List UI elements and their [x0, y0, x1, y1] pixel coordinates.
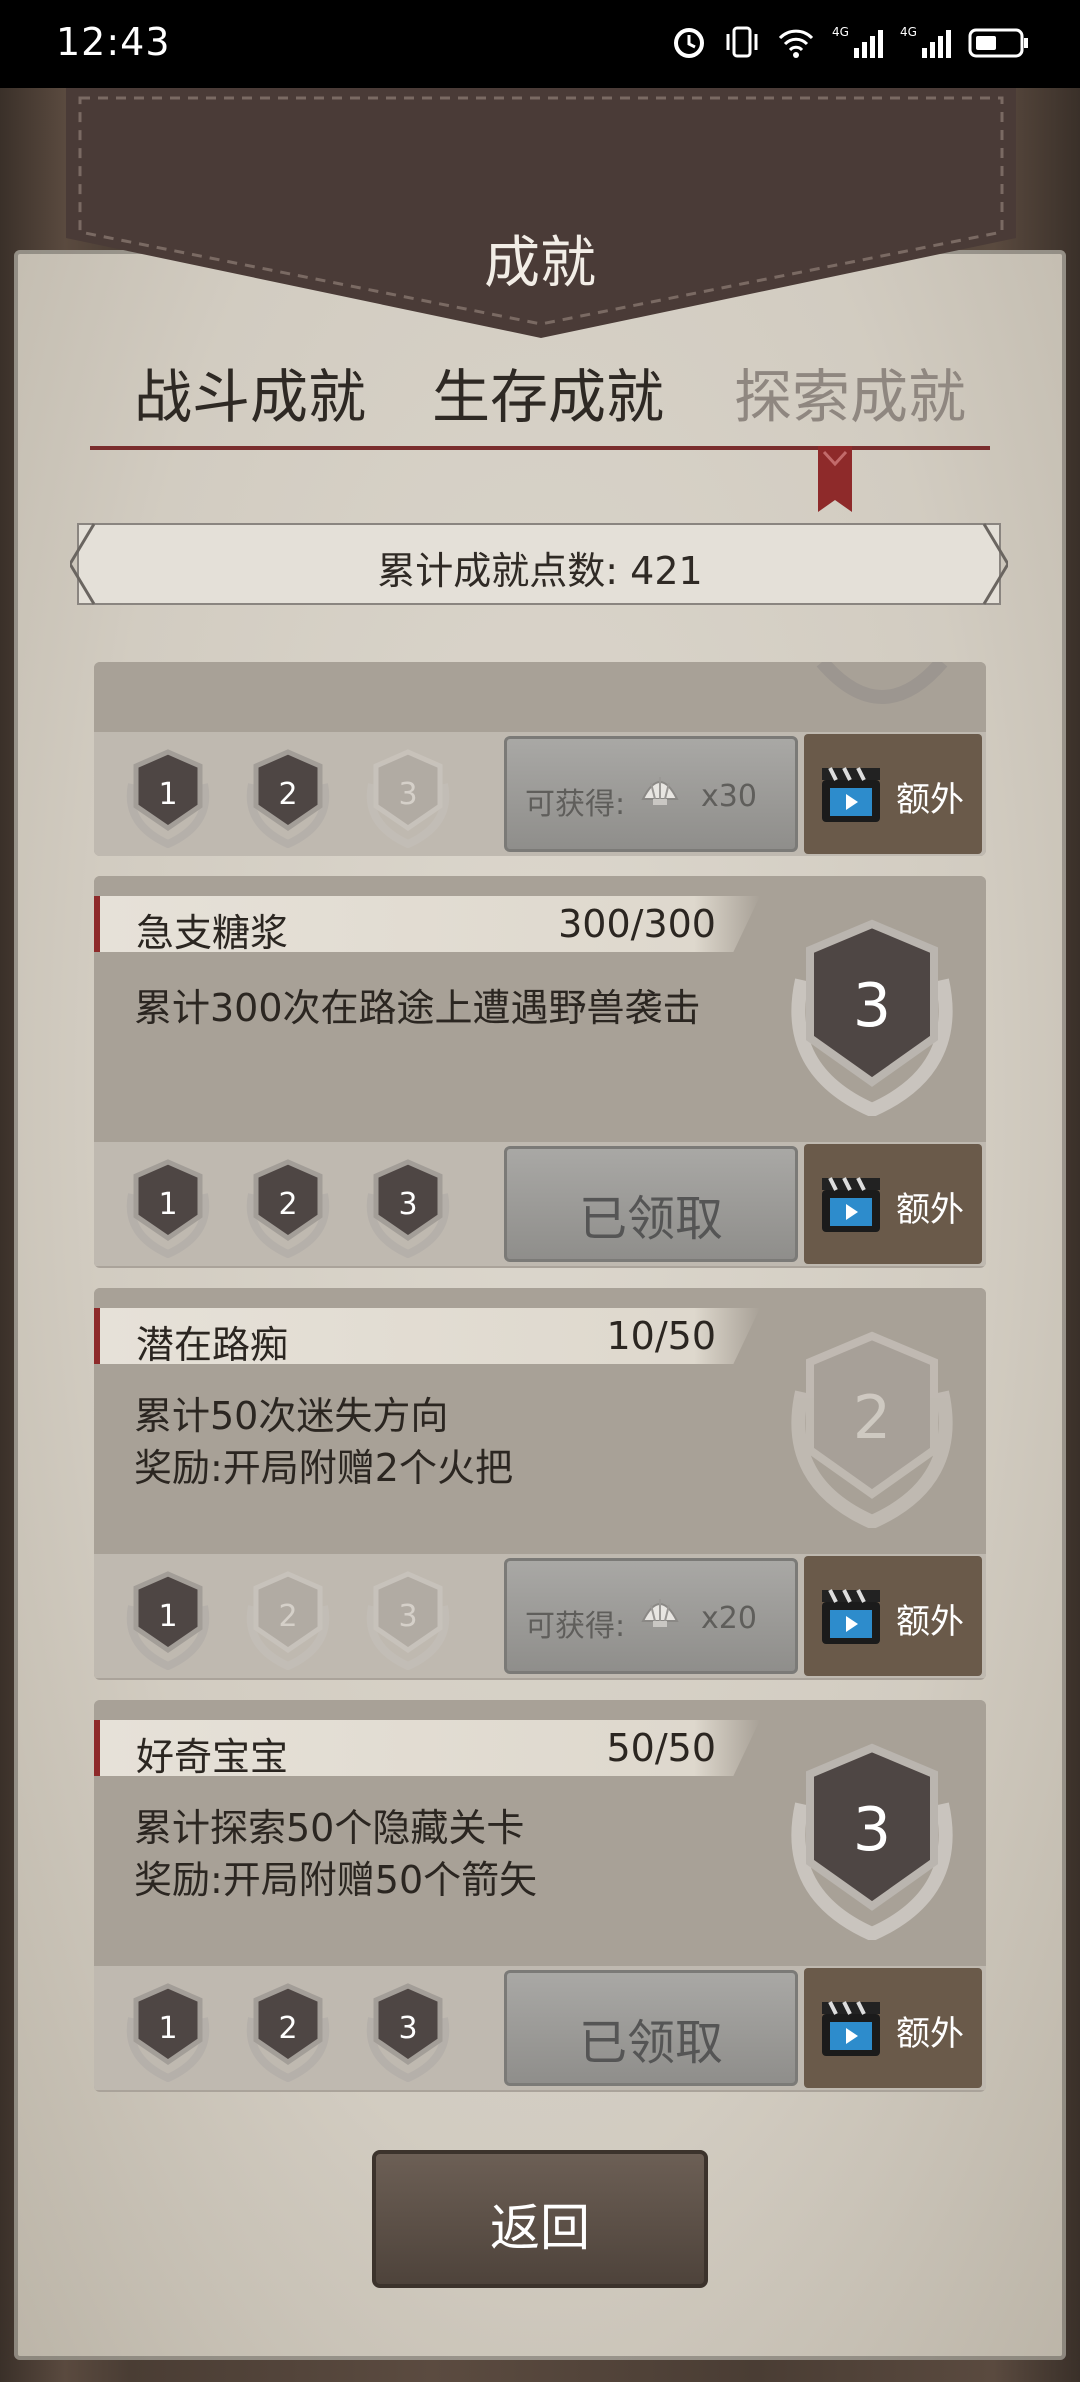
svg-text:2: 2 [278, 1599, 297, 1634]
svg-text:2: 2 [278, 1187, 297, 1222]
svg-text:1: 1 [158, 2011, 177, 2046]
status-time: 12:43 [56, 20, 171, 64]
medal-2-icon: 2 [246, 1983, 330, 2082]
active-tab-ribbon [818, 446, 852, 512]
claim-quantity: x30 [701, 779, 757, 814]
page-title: 成就 [484, 231, 596, 296]
claimed-button[interactable]: 已领取 [504, 1970, 798, 2086]
extra-label: 额外 [896, 780, 964, 820]
big-medal-icon: 3 [791, 919, 953, 1116]
medal-3-icon: 3 [366, 1159, 450, 1258]
svg-text:4G: 4G [832, 25, 849, 39]
achievement-name: 好奇宝宝 [136, 1735, 289, 1779]
signal-icon-1: 4G [832, 25, 883, 58]
svg-text:1: 1 [158, 1599, 177, 1634]
shell-icon [641, 1599, 679, 1627]
wifi-icon [778, 29, 814, 58]
claim-button[interactable]: 可获得: x20 [504, 1558, 798, 1674]
medal-3-icon: 3 [366, 1571, 450, 1670]
claimed-label: 已领取 [578, 2015, 723, 2071]
svg-text:1: 1 [158, 777, 177, 812]
achievement-progress: 10/50 [606, 1314, 716, 1358]
card-title-bar: 好奇宝宝 50/50 [94, 1720, 760, 1776]
claim-available-label: 可获得: [525, 787, 626, 822]
claimed-label: 已领取 [578, 1191, 723, 1247]
achievement-name: 急支糖浆 [136, 911, 289, 955]
shell-icon [641, 777, 679, 805]
video-clapper-icon [822, 767, 880, 822]
status-bar: 12:43 4G 4G [0, 0, 1080, 88]
achievement-desc: 累计探索50个隐藏关卡 奖励:开局附赠50个箭矢 [134, 1806, 538, 1902]
big-medal-icon: 3 [791, 1743, 953, 1940]
svg-text:3: 3 [398, 1187, 417, 1222]
svg-text:4G: 4G [900, 25, 917, 39]
medal-3-icon: 3 [366, 1983, 450, 2082]
big-medal-icon [816, 662, 948, 704]
video-clapper-icon [822, 1589, 880, 1644]
medal-1-icon: 1 [126, 1159, 210, 1258]
achievement-desc: 累计50次迷失方向 奖励:开局附赠2个火把 [134, 1394, 513, 1490]
total-points: 累计成就点数: 421 [377, 549, 703, 593]
claim-available-label: 可获得: [525, 1609, 626, 1644]
achievement-name: 潜在路痴 [136, 1323, 289, 1367]
medal-1-icon: 1 [126, 1571, 210, 1670]
extra-label: 额外 [896, 1602, 964, 1642]
extra-label: 额外 [896, 2014, 964, 2054]
battery-icon [968, 28, 1028, 58]
tab-combat[interactable]: 战斗成就 [134, 350, 366, 434]
achievement-card: 潜在路痴 10/50 累计50次迷失方向 奖励:开局附赠2个火把 2 1 2 3… [94, 1288, 986, 1680]
back-button-label: 返回 [490, 2199, 590, 2257]
extra-button[interactable]: 额外 [804, 1144, 982, 1264]
svg-text:2: 2 [278, 2011, 297, 2046]
card-title-bar: 潜在路痴 10/50 [94, 1308, 760, 1364]
medal-2-icon: 2 [246, 749, 330, 848]
extra-label: 额外 [896, 1190, 964, 1230]
header-flap [66, 88, 1016, 338]
achievement-card: 急支糖浆 300/300 累计300次在路途上遭遇野兽袭击 3 1 2 3 已领… [94, 876, 986, 1268]
svg-text:3: 3 [398, 1599, 417, 1634]
svg-text:3: 3 [853, 971, 891, 1041]
video-clapper-icon [822, 2001, 880, 2056]
tab-explore[interactable]: 探索成就 [734, 350, 966, 434]
card-title-bar: 急支糖浆 300/300 [94, 896, 760, 952]
achievement-progress: 50/50 [606, 1726, 716, 1770]
back-button[interactable]: 返回 [372, 2150, 708, 2288]
big-medal-icon: 2 [791, 1331, 953, 1528]
svg-text:1: 1 [158, 1187, 177, 1222]
status-icons: 4G 4G [670, 24, 1030, 60]
tab-underline [90, 446, 990, 450]
tab-bar: 战斗成就 生存成就 探索成就 [90, 350, 990, 450]
svg-text:2: 2 [278, 777, 297, 812]
claim-quantity: x20 [701, 1601, 757, 1636]
achievement-desc: 累计300次在路途上遭遇野兽袭击 [134, 986, 701, 1030]
claim-button[interactable]: 可获得: x30 [504, 736, 798, 852]
svg-text:3: 3 [398, 777, 417, 812]
medal-1-icon: 1 [126, 749, 210, 848]
medal-3-icon: 3 [366, 749, 450, 848]
vibrate-icon [726, 26, 758, 58]
extra-button[interactable]: 额外 [804, 734, 982, 854]
achievement-card: 好奇宝宝 50/50 累计探索50个隐藏关卡 奖励:开局附赠50个箭矢 3 1 … [94, 1700, 986, 2092]
tab-survival[interactable]: 生存成就 [432, 350, 664, 434]
achievement-progress: 300/300 [558, 902, 716, 946]
video-clapper-icon [822, 1177, 880, 1232]
signal-icon-2: 4G [900, 25, 951, 58]
claimed-button[interactable]: 已领取 [504, 1146, 798, 1262]
extra-button[interactable]: 额外 [804, 1968, 982, 2088]
medal-1-icon: 1 [126, 1983, 210, 2082]
svg-text:3: 3 [853, 1795, 891, 1865]
extra-button[interactable]: 额外 [804, 1556, 982, 1676]
svg-text:2: 2 [853, 1383, 891, 1453]
alarm-icon [674, 28, 704, 58]
medal-2-icon: 2 [246, 1159, 330, 1258]
svg-text:3: 3 [398, 2011, 417, 2046]
medal-2-icon: 2 [246, 1571, 330, 1670]
achievement-card: 1 2 3 可获得: x30 额外 [94, 662, 986, 856]
